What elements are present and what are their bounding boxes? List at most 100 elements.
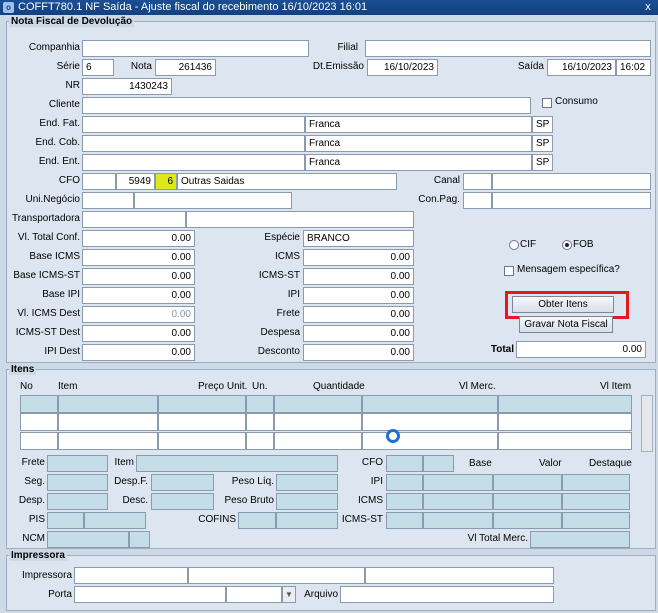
- base-ipi-field[interactable]: 0.00: [82, 287, 195, 304]
- ipi-label: IPI: [287, 289, 300, 300]
- end-cob-city-field[interactable]: Franca: [305, 135, 532, 152]
- item-cofins-field-1: [238, 512, 276, 529]
- item-desp-field: [47, 493, 108, 510]
- nota-label: Nota: [130, 61, 152, 72]
- uni-negocio-code-field[interactable]: [82, 192, 134, 209]
- cfo-prefix-field[interactable]: [82, 173, 116, 190]
- mensagem-especifica-checkbox[interactable]: [504, 266, 514, 276]
- cfo-digit-field[interactable]: 6: [155, 173, 177, 190]
- especie-field[interactable]: BRANCO: [303, 230, 414, 247]
- items-scrollbar[interactable]: [641, 395, 653, 452]
- item-cell[interactable]: [158, 413, 246, 431]
- cliente-field[interactable]: [82, 97, 531, 114]
- item-cell[interactable]: [274, 413, 362, 431]
- item-desp-f-field: [151, 474, 214, 491]
- end-cob-address-field[interactable]: [82, 135, 305, 152]
- window-title: COFFT780.1 NF Saída - Ajuste fiscal do r…: [18, 1, 368, 13]
- item-cell[interactable]: [274, 395, 362, 413]
- item-cell[interactable]: [498, 413, 632, 431]
- fob-radio[interactable]: [562, 240, 572, 250]
- item-cell[interactable]: [274, 432, 362, 450]
- item-icms-destaque-field: [562, 493, 630, 510]
- uni-negocio-description-field[interactable]: [134, 192, 292, 209]
- item-cell[interactable]: [58, 432, 158, 450]
- desconto-field[interactable]: 0.00: [303, 344, 414, 361]
- item-cell[interactable]: [58, 413, 158, 431]
- end-ent-label: End. Ent.: [38, 156, 80, 167]
- consumo-checkbox[interactable]: [542, 98, 552, 108]
- cfo-code-field[interactable]: 5949: [116, 173, 155, 190]
- nr-field[interactable]: 1430243: [82, 78, 172, 95]
- cif-radio[interactable]: [509, 240, 519, 250]
- item-desc-field: [151, 493, 214, 510]
- item-cell[interactable]: [246, 432, 274, 450]
- col-vl-item: Vl Item: [600, 381, 632, 392]
- close-icon[interactable]: x: [640, 0, 656, 15]
- item-icms-base-field: [423, 493, 493, 510]
- item-desc-label: Desc.: [122, 495, 148, 506]
- end-ent-uf-field[interactable]: SP: [532, 154, 553, 171]
- item-cell[interactable]: [246, 395, 274, 413]
- item-cell[interactable]: [58, 395, 158, 413]
- despesa-field[interactable]: 0.00: [303, 325, 414, 342]
- item-cell[interactable]: [362, 395, 498, 413]
- serie-field[interactable]: 6: [82, 59, 114, 76]
- vl-total-conf-field[interactable]: 0.00: [82, 230, 195, 247]
- end-ent-address-field[interactable]: [82, 154, 305, 171]
- obter-itens-button[interactable]: Obter Itens: [512, 296, 614, 313]
- item-cell[interactable]: [498, 432, 632, 450]
- end-ent-city-field[interactable]: Franca: [305, 154, 532, 171]
- item-cfo-field-2: [423, 455, 454, 472]
- base-icms-st-field[interactable]: 0.00: [82, 268, 195, 285]
- ipi-field[interactable]: 0.00: [303, 287, 414, 304]
- end-fat-address-field[interactable]: [82, 116, 305, 133]
- companhia-field[interactable]: [82, 40, 309, 57]
- item-cell[interactable]: [158, 432, 246, 450]
- cfo-description-field[interactable]: Outras Saidas: [177, 173, 397, 190]
- canal-code-field[interactable]: [463, 173, 492, 190]
- item-cell[interactable]: [20, 413, 58, 431]
- frete-field[interactable]: 0.00: [303, 306, 414, 323]
- dt-emissao-field[interactable]: 16/10/2023: [367, 59, 438, 76]
- con-pag-description-field[interactable]: [492, 192, 651, 209]
- porta-dropdown-icon[interactable]: ▼: [282, 586, 296, 603]
- ipi-dest-field[interactable]: 0.00: [82, 344, 195, 361]
- item-cell[interactable]: [498, 395, 632, 413]
- col-no: No: [20, 381, 33, 392]
- canal-description-field[interactable]: [492, 173, 651, 190]
- con-pag-code-field[interactable]: [463, 192, 492, 209]
- saida-date-field[interactable]: 16/10/2023: [547, 59, 616, 76]
- impressora-extra-field[interactable]: [365, 567, 554, 584]
- impressora-code-field[interactable]: [74, 567, 188, 584]
- gravar-nota-fiscal-button[interactable]: Gravar Nota Fiscal: [519, 316, 613, 333]
- item-cell[interactable]: [20, 395, 58, 413]
- end-cob-uf-field[interactable]: SP: [532, 135, 553, 152]
- total-field[interactable]: 0.00: [516, 341, 646, 358]
- base-icms-field[interactable]: 0.00: [82, 249, 195, 266]
- porta-field[interactable]: [74, 586, 226, 603]
- item-seg-field: [47, 474, 108, 491]
- item-cell[interactable]: [246, 413, 274, 431]
- impressora-name-field[interactable]: [188, 567, 365, 584]
- mensagem-especifica-label: Mensagem específica?: [517, 264, 620, 275]
- vl-icms-dest-field: 0.00: [82, 306, 195, 323]
- item-cell[interactable]: [362, 413, 498, 431]
- porta-select[interactable]: [226, 586, 282, 603]
- nota-field[interactable]: 261436: [155, 59, 216, 76]
- filial-field[interactable]: [365, 40, 651, 57]
- item-cell[interactable]: [362, 432, 498, 450]
- item-cell[interactable]: [20, 432, 58, 450]
- arquivo-field[interactable]: [340, 586, 554, 603]
- title-bar: o COFFT780.1 NF Saída - Ajuste fiscal do…: [0, 0, 658, 15]
- icms-field[interactable]: 0.00: [303, 249, 414, 266]
- item-cell[interactable]: [158, 395, 246, 413]
- loading-cursor-icon: [386, 429, 400, 443]
- icms-st-dest-field[interactable]: 0.00: [82, 325, 195, 342]
- end-fat-uf-field[interactable]: SP: [532, 116, 553, 133]
- col-vl-merc: Vl Merc.: [459, 381, 496, 392]
- transportadora-name-field[interactable]: [186, 211, 414, 228]
- saida-time-field[interactable]: 16:02: [616, 59, 651, 76]
- icms-st-field[interactable]: 0.00: [303, 268, 414, 285]
- end-fat-city-field[interactable]: Franca: [305, 116, 532, 133]
- transportadora-code-field[interactable]: [82, 211, 186, 228]
